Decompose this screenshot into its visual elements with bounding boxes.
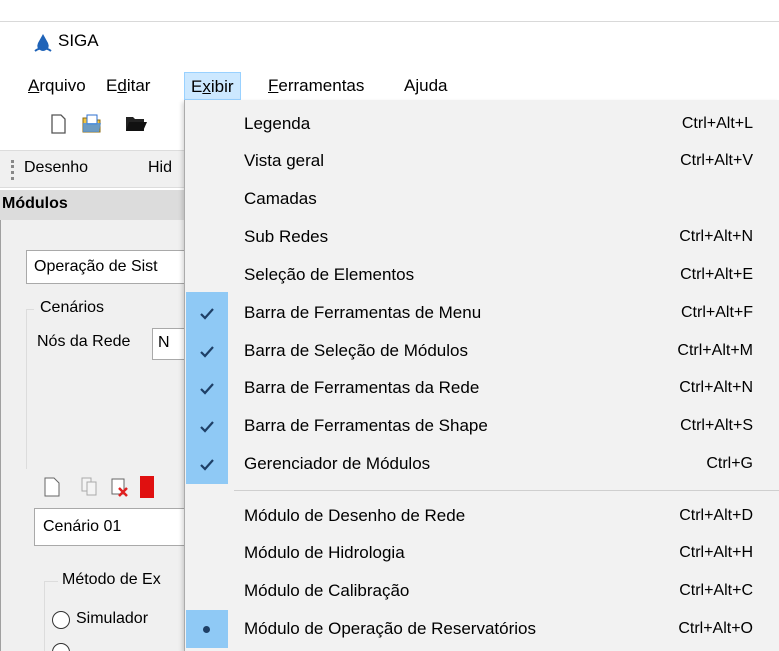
delete-scenario-icon[interactable] <box>110 476 130 498</box>
desenho-button[interactable]: Desenho <box>24 159 88 177</box>
simulador-radio[interactable] <box>52 611 70 629</box>
menu-item-label: Módulo de Desenho de Rede <box>244 506 466 525</box>
simulador-label: Simulador <box>74 610 151 628</box>
open-file-icon[interactable] <box>80 112 104 136</box>
menu-item-label: Gerenciador de Módulos <box>244 454 431 473</box>
checkmark-icon <box>200 383 214 395</box>
menu-separator <box>234 490 779 491</box>
app-title: SIGA <box>58 31 99 50</box>
menu-ajuda[interactable]: Ajuda <box>398 72 453 100</box>
metodo-label: Método de Ex <box>60 571 163 589</box>
checkmark-icon <box>200 421 214 433</box>
menu-item-shortcut: Ctrl+G <box>706 455 753 472</box>
checkmark-icon <box>200 308 214 320</box>
scenario-combo[interactable]: Cenário 01 <box>34 508 194 546</box>
menu-item-shortcut: Ctrl+Alt+E <box>680 266 753 283</box>
menu-item-shortcut: Ctrl+Alt+V <box>680 152 753 169</box>
checkmark-icon <box>200 459 214 471</box>
cenarios-group-label: Cenários <box>38 299 107 317</box>
new-scenario-icon[interactable] <box>42 476 62 498</box>
background-window-strip <box>0 0 779 22</box>
copy-scenario-icon[interactable] <box>80 476 100 498</box>
module-combo[interactable]: Operação de Sist <box>26 250 196 284</box>
menu-item-shortcut: Ctrl+Alt+H <box>679 544 753 561</box>
group-border <box>44 581 45 651</box>
title-bar <box>0 22 779 68</box>
menu-item-shortcut: Ctrl+Alt+O <box>678 620 753 637</box>
menu-item-shortcut: Ctrl+Alt+N <box>679 228 753 245</box>
menu-item-shortcut: Ctrl+Alt+L <box>681 115 753 132</box>
menu-item-shortcut: Ctrl+Alt+C <box>679 582 753 599</box>
menu-item-label: Módulo de Hidrologia <box>244 543 405 562</box>
toolbar-grip[interactable] <box>11 160 14 180</box>
bullet-icon <box>203 626 210 633</box>
menu-arquivo[interactable]: Arquivo <box>22 72 92 100</box>
panel-header: Módulos <box>0 190 190 220</box>
menu-item-label: Legenda <box>244 114 311 133</box>
new-file-icon[interactable] <box>46 112 70 136</box>
siga-logo-icon <box>34 34 52 52</box>
menu-item-label: Barra de Seleção de Módulos <box>244 341 468 360</box>
folder-icon[interactable] <box>124 112 148 136</box>
stop-icon[interactable] <box>140 476 154 498</box>
hidrologia-button[interactable]: Hid <box>148 159 172 177</box>
nos-da-rede-label: Nós da Rede <box>35 333 133 351</box>
group-border <box>26 309 27 469</box>
menu-item-label: Módulo de Operação de Reservatórios <box>244 619 536 638</box>
menu-item-label: Módulo de Calibração <box>244 581 410 600</box>
checkmark-icon <box>200 346 214 358</box>
menu-item-label: Barra de Ferramentas de Menu <box>244 303 482 322</box>
menu-item-shortcut: Ctrl+Alt+F <box>680 304 753 321</box>
menu-item-label: Barra de Ferramentas da Rede <box>244 378 480 397</box>
menu-item-shortcut: Ctrl+Alt+S <box>680 417 753 434</box>
menu-exibir[interactable]: Exibir <box>184 72 241 100</box>
menu-item-shortcut: Ctrl+Alt+N <box>679 379 753 396</box>
menu-item-label: Sub Redes <box>244 227 329 246</box>
menu-item-label: Camadas <box>244 189 317 208</box>
menu-ferramentas[interactable]: Ferramentas <box>262 72 370 100</box>
menu-editar[interactable]: Editar <box>100 72 156 100</box>
menu-item-label: Seleção de Elementos <box>244 265 415 284</box>
group-border <box>26 309 34 310</box>
group-border <box>44 581 58 582</box>
menu-item-label: Barra de Ferramentas de Shape <box>244 416 488 435</box>
menu-item-shortcut: Ctrl+Alt+D <box>679 507 753 524</box>
menu-item-shortcut: Ctrl+Alt+M <box>677 342 753 359</box>
menu-item-label: Vista geral <box>244 151 325 170</box>
